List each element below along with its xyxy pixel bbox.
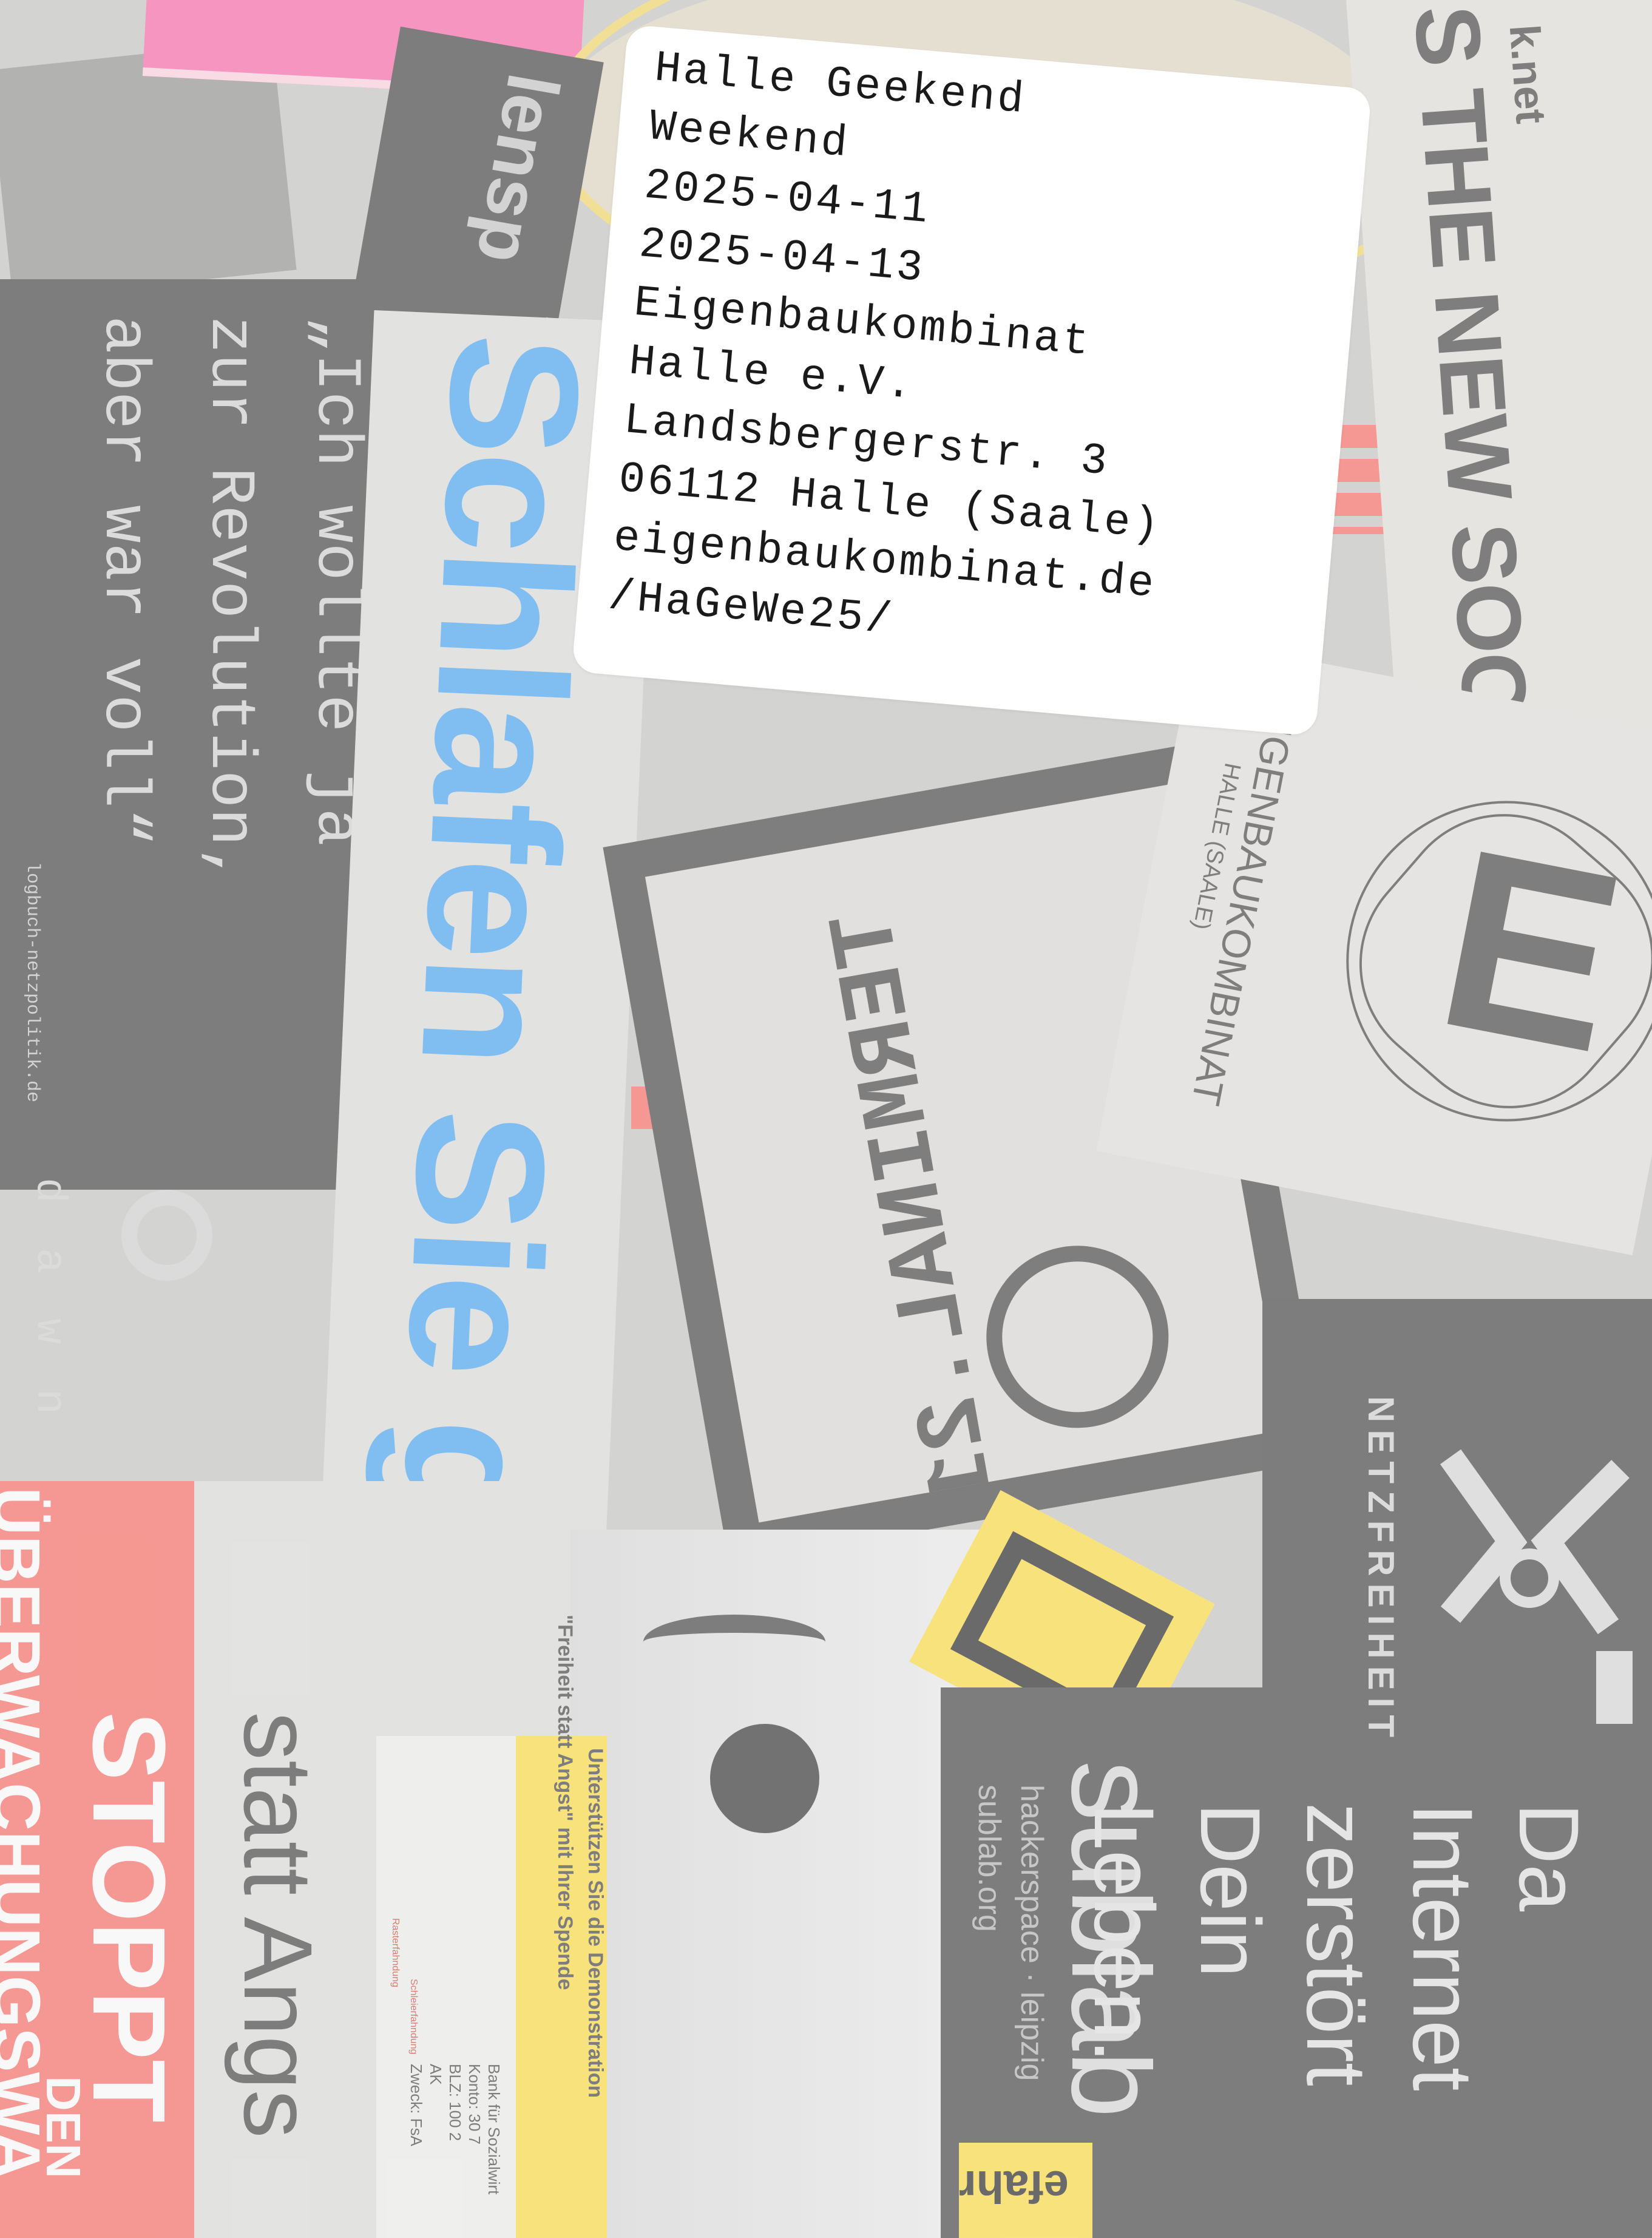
quote-lines: „Ich wollte ja zur Revolution, aber war … bbox=[70, 316, 388, 884]
gefahr-fragment: efahr bbox=[959, 2143, 1092, 2238]
eye-brow bbox=[643, 1615, 825, 1669]
support-sticker: Unterstützen Sie die Demonstration "Frei… bbox=[376, 1615, 607, 2238]
internet-lines: Da Internet zerstört Dein Leben. bbox=[1071, 1803, 1602, 2091]
support-side-word-1: Schleierfahndung bbox=[408, 1979, 419, 2055]
bank-line-2: Konto: 30 7 bbox=[465, 2064, 484, 2145]
bank-line-5: Zweck: FsA bbox=[407, 2064, 425, 2146]
eye-photo bbox=[570, 1530, 983, 2238]
sticker-collage: lensp „Ich wollte ja zur Revolution, abe… bbox=[0, 0, 1652, 2238]
new-social-domain: k.net bbox=[1500, 22, 1555, 126]
support-line-1: Unterstützen Sie die Demonstration bbox=[584, 1748, 607, 2098]
sublab-subtitle: hackerspace · leipzig bbox=[1014, 1785, 1049, 2081]
internet-line-2: zerstört bbox=[1289, 1803, 1384, 2086]
fragment-sticker-top: lensp bbox=[355, 26, 604, 320]
statt-angst-text: statt Angs bbox=[224, 1712, 333, 2138]
dawn-fragment: d a w n bbox=[25, 1178, 73, 1425]
internet-line-0: Da bbox=[1501, 1803, 1597, 1911]
power-icon bbox=[121, 1190, 212, 1281]
eigenbau-sticker: EIGENBAUKOMBINAT HALLE (SAALE) E bbox=[1096, 639, 1652, 1255]
network-cable-icon bbox=[1426, 1433, 1645, 1736]
internet-sticker: Da Internet zerstört Dein Leben. bbox=[1077, 1791, 1652, 2238]
bank-line-1: Bank für Sozialwirt bbox=[485, 2064, 503, 2195]
internet-line-3: Dein bbox=[1183, 1803, 1278, 1978]
support-bank: Bank für Sozialwirt Konto: 30 7 BLZ: 100… bbox=[407, 2064, 504, 2194]
fragment-text-top: lensp bbox=[461, 67, 575, 270]
quote-line-3: aber war voll“ bbox=[87, 316, 159, 846]
quote-line-2: zur Revolution, bbox=[194, 316, 265, 884]
netzfreiheit-text: NETZFREIHEIT bbox=[1361, 1396, 1401, 1745]
eye-iris bbox=[710, 1724, 819, 1833]
bank-line-3: BLZ: 100 2 bbox=[446, 2064, 464, 2141]
gefahr-text: efahr bbox=[959, 2162, 1069, 2212]
stoppt-sticker: STOPPT DEN ÜBERWACHUNGSWA bbox=[0, 1481, 194, 2238]
sublab-url: sublab.org bbox=[972, 1785, 1007, 1932]
internet-line-4: Leben. bbox=[1077, 1803, 1172, 2063]
support-side-word-2: Rasterfahndung bbox=[390, 1918, 401, 1987]
stoppt-line-3: ÜBERWACHUNGSWA bbox=[0, 1487, 53, 2180]
quote-source: logbuch-netzpolitik.de bbox=[22, 862, 42, 1103]
internet-line-1: Internet bbox=[1395, 1803, 1491, 2091]
info-card: Halle Geekend Weekend 2025-04-11 2025-04… bbox=[571, 24, 1372, 737]
stoppt-line-1: STOPPT bbox=[71, 1712, 186, 2123]
bank-line-4: AK bbox=[427, 2064, 445, 2085]
support-line-2: "Freiheit statt Angst" mit Ihrer Spende bbox=[553, 1615, 577, 1990]
info-card-text: Halle Geekend Weekend 2025-04-11 2025-04… bbox=[606, 39, 1200, 673]
netzfreiheit-sticker: NETZFREIHEIT bbox=[1262, 1299, 1652, 1833]
new-social-sticker: k.net S THE NEW SOCIAL bbox=[1345, 0, 1652, 863]
